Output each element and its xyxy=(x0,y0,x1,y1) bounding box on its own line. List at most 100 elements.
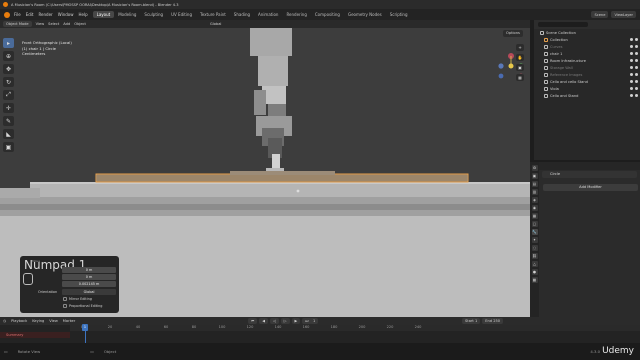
move-y-field[interactable]: 0 m xyxy=(62,274,116,280)
tab-rendering[interactable]: Rendering xyxy=(282,11,310,18)
window-title: A Musician's Room (C:\Users\PMOSSP OORAI… xyxy=(11,2,179,7)
particles-tab-icon[interactable]: ✦ xyxy=(531,237,538,243)
tab-compositing[interactable]: Compositing xyxy=(311,11,344,18)
menu-render[interactable]: Render xyxy=(38,12,52,17)
orientation-select[interactable]: Global xyxy=(62,289,116,295)
move-z-field[interactable]: 0.002145 m xyxy=(62,281,116,287)
scene-collection-row[interactable]: Scene Collection xyxy=(534,29,640,36)
menu-add[interactable]: Add xyxy=(63,22,70,26)
visibility-icon[interactable] xyxy=(630,38,638,41)
end-frame-field[interactable]: End 250 xyxy=(482,318,504,324)
menu-edit[interactable]: Edit xyxy=(26,12,34,17)
annotate-icon[interactable]: ✎ xyxy=(3,116,14,126)
play-reverse-icon[interactable]: ◁ xyxy=(270,318,279,324)
add-cube-icon[interactable]: ▣ xyxy=(3,142,14,152)
timeline-ruler[interactable]: 0 20 40 60 80 100 120 140 160 180 200 22… xyxy=(70,325,640,331)
outliner[interactable]: Scene Collection Collection Curves chair… xyxy=(534,20,640,160)
proportional-editing-checkbox[interactable] xyxy=(63,304,67,308)
timeline-editor-icon[interactable]: ◷ xyxy=(3,319,6,323)
tab-modeling[interactable]: Modeling xyxy=(114,11,140,18)
move-icon[interactable]: ✥ xyxy=(3,64,14,74)
menu-file[interactable]: File xyxy=(14,12,21,17)
menu-marker[interactable]: Marker xyxy=(63,319,75,323)
menu-playback[interactable]: Playback xyxy=(11,319,27,323)
menu-view-timeline[interactable]: View xyxy=(49,319,58,323)
outliner-row-chair-1[interactable]: chair 1 xyxy=(534,50,640,57)
move-x-field[interactable]: 0 m xyxy=(62,267,116,273)
prev-key-icon[interactable]: ◀ xyxy=(259,318,268,324)
summary-channel[interactable]: Summary xyxy=(0,332,70,338)
render-tab-icon[interactable]: ▣ xyxy=(531,173,538,179)
visibility-icon[interactable] xyxy=(630,73,638,76)
menu-view[interactable]: View xyxy=(36,22,45,26)
object-name-field[interactable]: Circle xyxy=(542,171,637,178)
outliner-row-collection[interactable]: Collection xyxy=(534,36,640,43)
start-frame-field[interactable]: Start 1 xyxy=(462,318,481,324)
outliner-search-input[interactable] xyxy=(538,22,588,27)
menu-keying[interactable]: Keying xyxy=(32,319,44,323)
object-tab-icon[interactable]: ▢ xyxy=(531,221,538,227)
tab-uv-editing[interactable]: UV Editing xyxy=(167,11,196,18)
blender-menu-icon[interactable] xyxy=(4,11,10,18)
visibility-icon[interactable] xyxy=(630,94,638,97)
add-modifier-button[interactable]: Add Modifier xyxy=(543,184,638,191)
data-tab-icon[interactable]: △ xyxy=(531,261,538,267)
physics-tab-icon[interactable]: ◌ xyxy=(531,245,538,251)
visibility-icon[interactable] xyxy=(630,52,638,55)
tab-layout[interactable]: Layout xyxy=(92,11,115,18)
collection-tab-icon[interactable]: ▦ xyxy=(531,213,538,219)
playhead[interactable]: 1 xyxy=(82,324,88,331)
menu-object[interactable]: Object xyxy=(74,22,86,26)
tab-scripting[interactable]: Scripting xyxy=(386,11,412,18)
menu-window[interactable]: Window xyxy=(58,12,74,17)
measure-icon[interactable]: ◣ xyxy=(3,129,14,139)
camera-icon[interactable]: ▣ xyxy=(516,64,524,71)
constraints-tab-icon[interactable]: ⛓ xyxy=(531,253,538,259)
visibility-icon[interactable] xyxy=(630,59,638,62)
outliner-row-cello-and-cello-stand[interactable]: Cello and cello Stand xyxy=(534,78,640,85)
output-tab-icon[interactable]: ▤ xyxy=(531,181,538,187)
menu-select[interactable]: Select xyxy=(48,22,59,26)
visibility-icon[interactable] xyxy=(630,80,638,83)
transform-icon[interactable]: ✛ xyxy=(3,103,14,113)
visibility-icon[interactable] xyxy=(630,45,638,48)
select-box-icon[interactable]: ▸ xyxy=(3,38,14,48)
tool-tab-icon[interactable]: ⚙ xyxy=(531,165,538,171)
outliner-row-curves[interactable]: Curves xyxy=(534,43,640,50)
scene-selector[interactable]: Scene xyxy=(591,11,609,18)
outliner-row-viola[interactable]: Viola xyxy=(534,85,640,92)
outliner-row-storage-wall[interactable]: Storage Wall xyxy=(534,64,640,71)
world-tab-icon[interactable]: ◉ xyxy=(531,205,538,211)
tab-sculpting[interactable]: Sculpting xyxy=(140,11,167,18)
tab-shading[interactable]: Shading xyxy=(230,11,254,18)
grid-icon[interactable]: ▦ xyxy=(516,74,524,81)
view-layer-tab-icon[interactable]: ▥ xyxy=(531,189,538,195)
tab-texture-paint[interactable]: Texture Paint xyxy=(196,11,230,18)
tab-geometry-nodes[interactable]: Geometry Nodes xyxy=(344,11,386,18)
orientation-dropdown[interactable]: Global xyxy=(210,22,221,26)
material-tab-icon[interactable]: ● xyxy=(531,269,538,275)
scale-icon[interactable]: ⤢ xyxy=(3,90,14,100)
menu-help[interactable]: Help xyxy=(78,12,87,17)
texture-tab-icon[interactable]: ▩ xyxy=(531,277,538,283)
options-dropdown[interactable]: Options xyxy=(503,30,523,37)
modifier-tab-icon[interactable]: 🔧 xyxy=(531,229,538,235)
outliner-row-room-infrastructure[interactable]: Room Infrastructure xyxy=(534,57,640,64)
rotate-icon[interactable]: ↻ xyxy=(3,77,14,87)
view-layer-selector[interactable]: ViewLayer xyxy=(611,11,636,18)
object-mode-dropdown[interactable]: Object Mode xyxy=(3,21,32,27)
current-frame-field[interactable]: 1 xyxy=(310,318,319,324)
mirror-editing-checkbox[interactable] xyxy=(63,297,67,301)
next-key-icon[interactable]: ▶ xyxy=(291,318,301,324)
tab-animation[interactable]: Animation xyxy=(254,11,282,18)
cursor-icon[interactable]: ⊕ xyxy=(3,51,14,61)
scene-tab-icon[interactable]: ◈ xyxy=(531,197,538,203)
outliner-row-reference-images[interactable]: Reference Images xyxy=(534,71,640,78)
visibility-icon[interactable] xyxy=(630,87,638,90)
pan-icon[interactable]: ✋ xyxy=(516,54,524,61)
outliner-row-cello-and-stand[interactable]: Cello and Stand xyxy=(534,92,640,99)
jump-start-icon[interactable]: ⏮ xyxy=(248,318,258,324)
visibility-icon[interactable] xyxy=(630,66,638,69)
play-icon[interactable]: ▷ xyxy=(280,318,290,324)
zoom-icon[interactable]: + xyxy=(516,44,524,51)
